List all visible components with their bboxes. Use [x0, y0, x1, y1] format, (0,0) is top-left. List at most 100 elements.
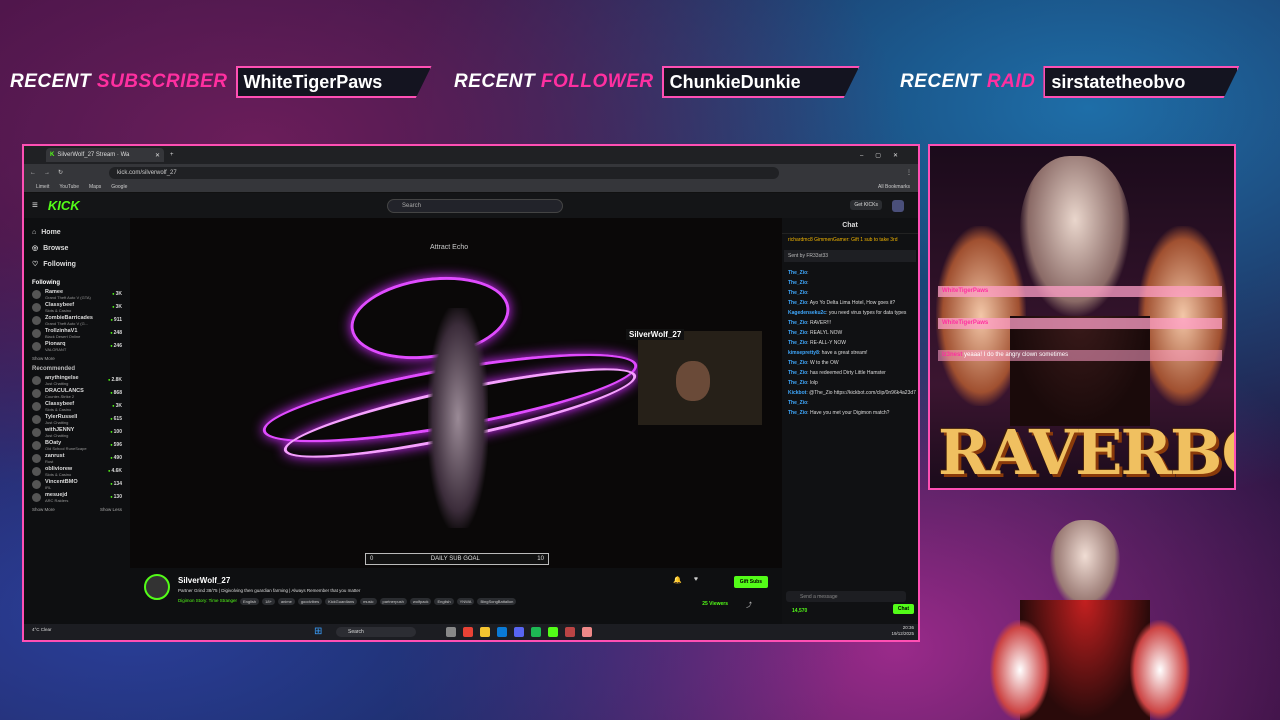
- taskbar-search[interactable]: Search: [336, 627, 416, 637]
- stream-tag[interactable]: KickGuardians: [325, 598, 358, 605]
- nav-browse[interactable]: ◎ Browse: [24, 240, 130, 256]
- show-more-recommended[interactable]: Show More: [32, 507, 55, 512]
- bookmark-maps[interactable]: Maps: [89, 184, 101, 190]
- chat-input[interactable]: Send a message: [786, 591, 906, 602]
- stream-tag[interactable]: partnerpush: [379, 598, 407, 605]
- bell-icon[interactable]: 🔔: [673, 576, 682, 584]
- chat-username[interactable]: The_Zio: [788, 370, 807, 376]
- stream-category[interactable]: Digimon Story: Time Stranger: [178, 598, 237, 603]
- chat-username[interactable]: The_Zio: [788, 380, 807, 386]
- recommended-channel[interactable]: BOatyOld School RuneScape596: [24, 439, 130, 452]
- recommended-channel[interactable]: VincentBMOIRL134: [24, 478, 130, 491]
- following-channel[interactable]: ZombieBarricades Grand Theft Auto V (G...…: [24, 314, 130, 327]
- recommended-channel[interactable]: obliviorewSlots & Casino4.6K: [24, 465, 130, 478]
- browser-tab[interactable]: K SilverWolf_27 Stream · Wa ✕: [46, 148, 164, 162]
- channel-category: Just Chatting: [45, 433, 69, 438]
- recommended-channel[interactable]: zanrustRust490: [24, 452, 130, 465]
- recommended-channel[interactable]: mesuejdARC Raiders130: [24, 491, 130, 504]
- follow-heart-icon[interactable]: ♥: [694, 576, 698, 583]
- chat-username[interactable]: The_Zio: [788, 320, 807, 326]
- url-field[interactable]: kick.com/silverwolf_27: [109, 166, 780, 179]
- bookmark-youtube[interactable]: YouTube: [59, 184, 79, 190]
- bookmark-google[interactable]: Google: [111, 184, 127, 190]
- kick-search-input[interactable]: Search: [387, 199, 563, 213]
- recommended-channel[interactable]: DRACULANCSCounter-Strike 2868: [24, 387, 130, 400]
- chrome-icon[interactable]: [463, 627, 473, 637]
- all-bookmarks[interactable]: All Bookmarks: [878, 184, 910, 190]
- weather-widget[interactable]: 4°C Clear: [32, 627, 52, 632]
- nav-following[interactable]: ♡ Following: [24, 256, 130, 272]
- forward-icon[interactable]: →: [44, 170, 50, 176]
- stream-tag[interactable]: BingSongBattalion: [477, 598, 517, 605]
- chat-username[interactable]: The_Zio: [788, 290, 807, 296]
- chat-username[interactable]: The_Zio: [788, 360, 807, 366]
- video-player[interactable]: Attract Echo SilverWolf_27 0 DAILY SUB G…: [130, 218, 782, 568]
- following-channel[interactable]: PionarqVALORANT246: [24, 340, 130, 353]
- discord-icon[interactable]: [514, 627, 524, 637]
- chat-username[interactable]: The_Zio: [788, 400, 807, 406]
- back-icon[interactable]: ←: [30, 170, 36, 176]
- gift-subs-button[interactable]: Gift Subs: [733, 576, 768, 588]
- search-placeholder: Search: [402, 203, 422, 209]
- channel-viewers: 246: [110, 343, 122, 349]
- chat-message: The_Zio: REALYL NOW: [788, 330, 843, 336]
- menu-icon[interactable]: ⋮: [906, 169, 912, 176]
- nav-home[interactable]: ⌂ Home: [24, 224, 130, 240]
- chat-username[interactable]: The_Zio: [788, 280, 807, 286]
- chat-send-button[interactable]: Chat: [892, 604, 914, 614]
- streamer-name[interactable]: SilverWolf_27: [178, 576, 230, 585]
- stream-tag[interactable]: YNWA: [456, 598, 475, 605]
- browser-window: K SilverWolf_27 Stream · Wa ✕ + –▢✕ ← → …: [22, 144, 920, 642]
- obs-icon[interactable]: [565, 627, 575, 637]
- windows-start-icon[interactable]: ⊞: [314, 626, 322, 637]
- share-icon[interactable]: ⤴: [746, 600, 752, 609]
- show-less-button[interactable]: Show Less: [100, 507, 122, 512]
- stream-tag[interactable]: goodvibes: [297, 598, 323, 605]
- chat-username[interactable]: The_Zio: [788, 330, 807, 336]
- following-channel[interactable]: RameeGrand Theft Auto V (GTA)3K: [24, 288, 130, 301]
- file-explorer-icon[interactable]: [480, 627, 490, 637]
- store-icon[interactable]: [497, 627, 507, 637]
- reload-icon[interactable]: ↻: [58, 169, 63, 176]
- close-tab-icon[interactable]: ✕: [155, 152, 160, 159]
- chat-username[interactable]: The_Zio: [788, 270, 807, 276]
- profile-avatar[interactable]: [892, 200, 904, 212]
- app-icon[interactable]: [582, 627, 592, 637]
- chat-username[interactable]: kimsepretty8: [788, 350, 819, 356]
- streamer-avatar[interactable]: [144, 574, 170, 600]
- taskbar-clock[interactable]: 20:36 19/12/2025: [891, 625, 914, 637]
- chat-username[interactable]: Kickbot: [788, 390, 806, 396]
- recommended-channel[interactable]: anythingelseJust Chatting2.8K: [24, 374, 130, 387]
- stream-tag[interactable]: 18+: [262, 598, 275, 605]
- following-channel[interactable]: TrollzinhaV1Black Desert Online248: [24, 327, 130, 340]
- stream-tag[interactable]: music: [360, 598, 377, 605]
- stream-tag[interactable]: wolfpack: [409, 598, 432, 605]
- hamburger-icon[interactable]: ≡: [32, 200, 38, 211]
- task-view-icon[interactable]: [446, 627, 456, 637]
- recommended-channel[interactable]: ClassybeefSlots & Casino3K: [24, 400, 130, 413]
- chat-username[interactable]: The_Zio: [788, 300, 807, 306]
- stream-tag[interactable]: English: [434, 598, 454, 605]
- spotify-icon[interactable]: [531, 627, 541, 637]
- new-tab-icon[interactable]: +: [170, 152, 174, 158]
- kick-logo[interactable]: KICK: [48, 198, 80, 213]
- chat-username[interactable]: Kagedenseku2c: [788, 310, 826, 316]
- following-channel[interactable]: ClassybeefSlots & Casino3K: [24, 301, 130, 314]
- bookmark-limeit[interactable]: Limeit: [36, 184, 49, 190]
- stream-tag[interactable]: English: [240, 598, 260, 605]
- stream-info: SilverWolf_27 Partner Grind 38/75 | Digi…: [130, 568, 782, 628]
- chat-text: Ayo Yo Delta Lima Hotel, How goes it?: [809, 300, 896, 306]
- window-controls[interactable]: –▢✕: [860, 152, 910, 159]
- chat-message: The_Zio: has redeemed Dirty Little Hamst…: [788, 370, 886, 376]
- chat-username[interactable]: The_Zio: [788, 410, 807, 416]
- show-more-following[interactable]: Show More: [24, 353, 130, 364]
- kick-app-icon[interactable]: [548, 627, 558, 637]
- channel-avatar: [32, 342, 41, 351]
- chat-username[interactable]: The_Zio: [788, 340, 807, 346]
- channel-avatar: [32, 480, 41, 489]
- pinned-message: Sent by FR33st33: [784, 250, 916, 262]
- recommended-channel[interactable]: TylerRussellJust Chatting615: [24, 413, 130, 426]
- get-kicks-button[interactable]: Get KICKs: [850, 200, 882, 210]
- recommended-channel[interactable]: withJENNYJust Chatting100: [24, 426, 130, 439]
- stream-tag[interactable]: anime: [277, 598, 295, 605]
